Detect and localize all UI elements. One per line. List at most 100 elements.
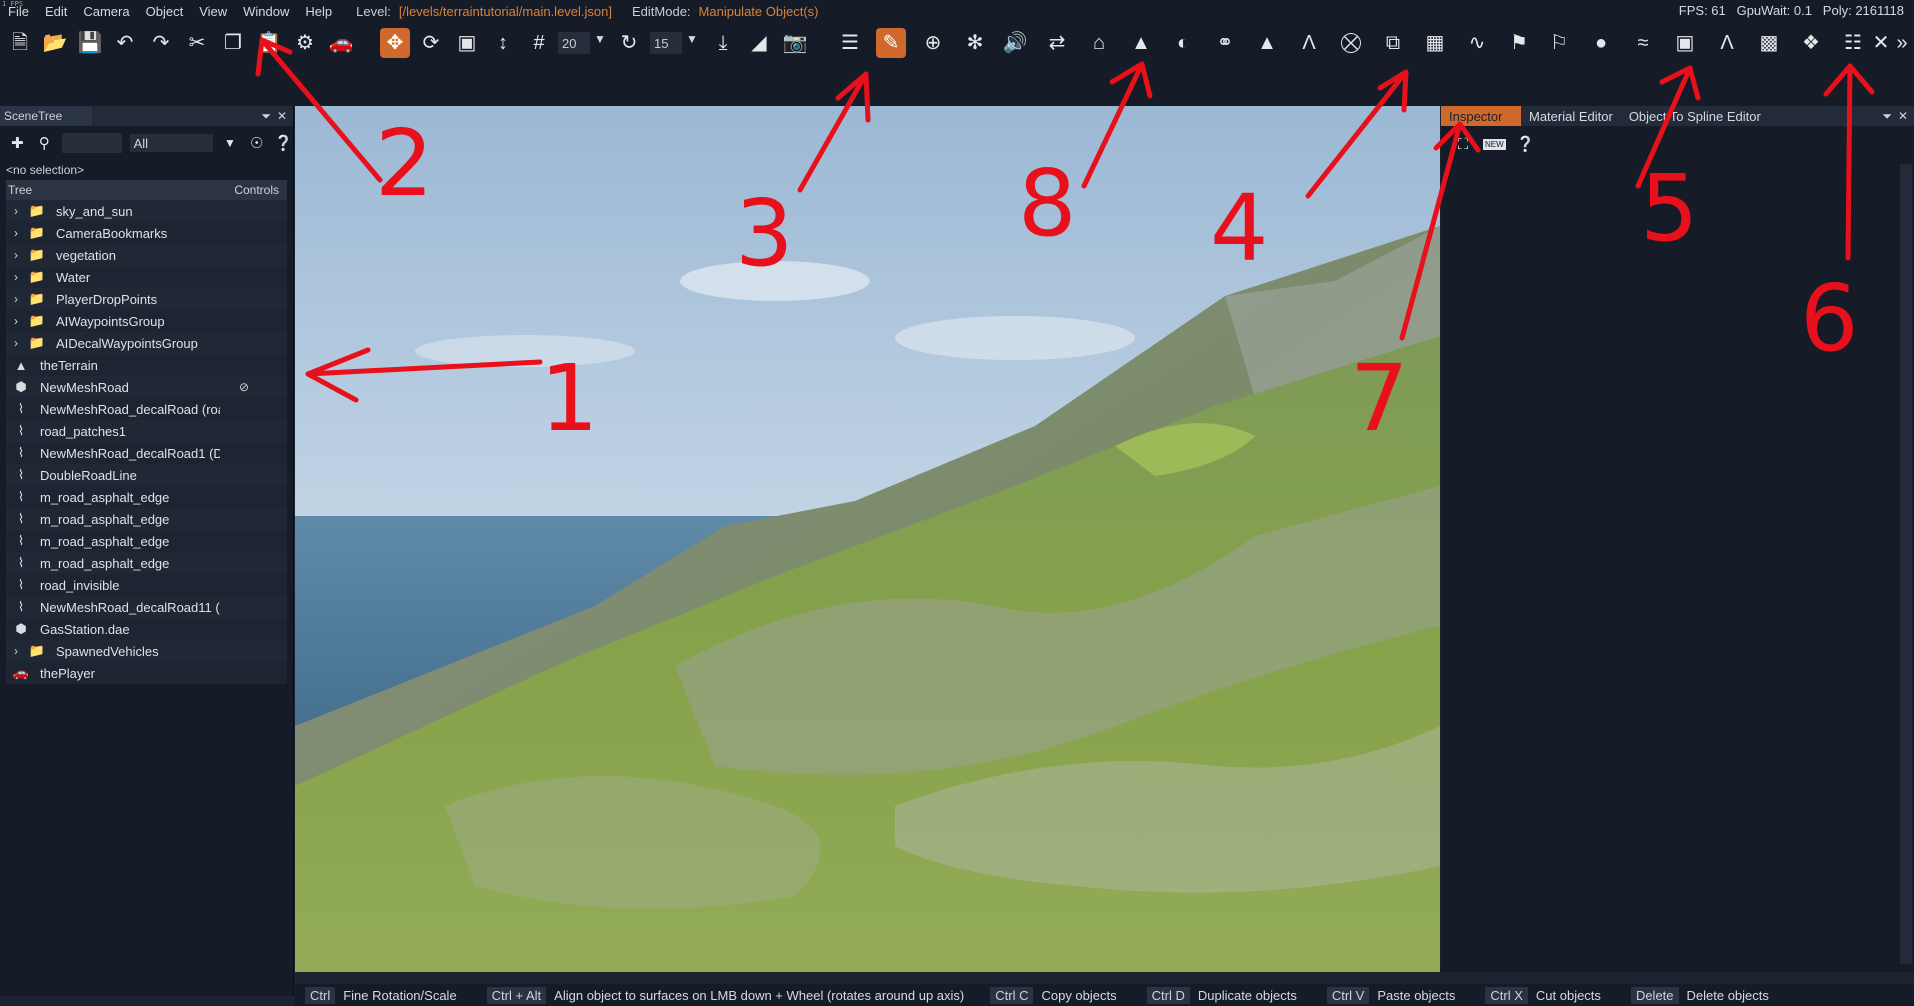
save-icon[interactable]: 💾 (75, 28, 105, 58)
vehicle-icon[interactable]: 🚗 (326, 28, 356, 58)
chevron-right-icon[interactable]: › (6, 644, 26, 658)
building-icon[interactable]: ▩ (1754, 28, 1784, 58)
road-icon[interactable]: Λ (1294, 28, 1324, 58)
menu-object[interactable]: Object (138, 4, 192, 19)
rotate-snap-icon[interactable]: ↻ (614, 28, 644, 58)
tree-item[interactable]: › 📁 AIWaypointsGroup (6, 310, 287, 332)
chevron-right-icon[interactable]: › (6, 314, 26, 328)
grid-snap-input[interactable]: 20 (558, 32, 590, 54)
brush-icon[interactable]: ⧉ (1378, 28, 1408, 58)
scale-icon[interactable]: ▣ (452, 28, 482, 58)
tree-item[interactable]: ⌇ NewMeshRoad_decalRoad11 (r (6, 596, 287, 618)
tree-item[interactable]: ⌇ DoubleRoadLine (6, 464, 287, 486)
terrain-snap-icon[interactable]: ⤓ (708, 28, 738, 58)
forest-icon[interactable]: ▲ (1126, 28, 1156, 58)
settings-icon[interactable]: ⚙ (290, 28, 320, 58)
menu-help[interactable]: Help (297, 4, 340, 19)
river-icon[interactable]: ≈ (1628, 28, 1658, 58)
flag-icon[interactable]: ⚐ (1544, 28, 1574, 58)
tree-item[interactable]: ⌇ m_road_asphalt_edge (6, 530, 287, 552)
scrollbar[interactable] (1900, 164, 1912, 964)
cube-icon[interactable]: ▦ (1420, 28, 1450, 58)
chevron-right-icon[interactable]: › (6, 292, 26, 306)
search-input[interactable] (61, 133, 122, 153)
sliders-icon[interactable]: ☷ (1838, 28, 1868, 58)
camera-icon[interactable]: 📷 (780, 28, 810, 58)
tree-item[interactable]: ⌇ NewMeshRoad_decalRoad1 (Dc (6, 442, 287, 464)
prefab-icon[interactable]: ▣ (1670, 28, 1700, 58)
tree-item[interactable]: ⌇ NewMeshRoad_decalRoad (roa (6, 398, 287, 420)
hat-icon[interactable]: ⌂ (1084, 28, 1114, 58)
filter-select[interactable]: All (129, 134, 213, 152)
spline-icon[interactable]: ⚑ (1504, 28, 1534, 58)
new-file-icon[interactable]: 🗎 (5, 28, 35, 58)
rotation-snap-input[interactable]: 15 (650, 32, 682, 54)
slope-icon[interactable]: ◢ (744, 28, 774, 58)
mesh-road-icon[interactable]: Λ (1712, 28, 1742, 58)
paint-icon[interactable]: ◐ (1168, 28, 1198, 58)
menu-view[interactable]: View (191, 4, 235, 19)
tree-item[interactable]: › 📁 AIDecalWaypointsGroup (6, 332, 287, 354)
tree-item[interactable]: ⌇ m_road_asphalt_edge (6, 486, 287, 508)
landmark-icon[interactable]: ▲ (1252, 28, 1282, 58)
tree-item[interactable]: › 📁 PlayerDropPoints (6, 288, 287, 310)
chevron-right-icon[interactable]: › (6, 336, 26, 350)
redo-icon[interactable]: ↷ (146, 28, 176, 58)
terrain-edit-icon[interactable]: ● (1586, 28, 1616, 58)
chevron-right-icon[interactable]: › (6, 248, 26, 262)
3d-viewport[interactable] (295, 106, 1440, 972)
audio-icon[interactable]: 🔊 (1000, 28, 1030, 58)
flowgraph-icon[interactable]: ⇄ (1042, 28, 1072, 58)
tree-item[interactable]: › 📁 SpawnedVehicles (6, 640, 287, 662)
chevron-down-icon[interactable]: ▼ (594, 32, 606, 46)
menu-camera[interactable]: Camera (75, 4, 137, 19)
tab-object-to-spline-editor[interactable]: Object To Spline Editor (1621, 106, 1769, 126)
radar-icon[interactable]: ☉ (247, 133, 266, 153)
tab-inspector[interactable]: Inspector (1441, 106, 1521, 126)
tree-item[interactable]: ⌇ m_road_asphalt_edge (6, 508, 287, 530)
scene-tree-tab[interactable]: SceneTree (0, 106, 92, 126)
tree-item[interactable]: › 📁 Water (6, 266, 287, 288)
lock-icon[interactable]: ⛶ (1453, 134, 1473, 154)
nodes-icon[interactable]: ❖ (1796, 28, 1826, 58)
tree-item[interactable]: ⬢ GasStation.dae (6, 618, 287, 640)
align-icon[interactable]: ↕ (488, 28, 518, 58)
more-icon[interactable]: » (1892, 28, 1912, 58)
menu-window[interactable]: Window (235, 4, 297, 19)
eye-hidden-icon[interactable]: ⊘ (239, 380, 249, 394)
tree-item[interactable]: 🚗 thePlayer (6, 662, 287, 684)
tree-item[interactable]: ⌇ m_road_asphalt_edge (6, 552, 287, 574)
chevron-down-icon[interactable]: ▼ (221, 133, 240, 153)
tree-item[interactable]: ▲ theTerrain (6, 354, 287, 376)
help-icon[interactable]: ❔ (274, 133, 293, 153)
rotate-icon[interactable]: ⟳ (416, 28, 446, 58)
tree-item[interactable]: › 📁 vegetation (6, 244, 287, 266)
copy-icon[interactable]: ❐ (218, 28, 248, 58)
close-icon[interactable]: ✕ (277, 109, 287, 124)
chevron-down-icon[interactable]: ▼ (686, 32, 698, 46)
menu-icon[interactable]: ☰ (835, 28, 865, 58)
add-group-icon[interactable]: ✚ (8, 133, 27, 153)
tree-item[interactable]: ⬢ NewMeshRoad ⊘ (6, 376, 287, 398)
chevron-right-icon[interactable]: › (6, 204, 26, 218)
pencil-edit-icon[interactable]: ✎ (876, 28, 906, 58)
undo-icon[interactable]: ↶ (110, 28, 140, 58)
tab-material-editor[interactable]: Material Editor (1521, 106, 1621, 126)
menu-edit[interactable]: Edit (37, 4, 75, 19)
translate-icon[interactable]: ✥ (380, 28, 410, 58)
tree-item[interactable]: ⌇ road_invisible (6, 574, 287, 596)
new-badge-icon[interactable]: NEW (1483, 138, 1506, 150)
dock-menu-icon[interactable]: ⏷ (261, 109, 271, 124)
grid-icon[interactable]: # (524, 28, 554, 58)
decal-road-icon[interactable]: ⛒ (1336, 28, 1366, 58)
chevron-right-icon[interactable]: › (6, 226, 26, 240)
layers-icon[interactable]: ∿ (1462, 28, 1492, 58)
cut-icon[interactable]: ✂ (182, 28, 212, 58)
close-icon[interactable]: ✕ (1898, 109, 1908, 124)
tree-item[interactable]: › 📁 CameraBookmarks (6, 222, 287, 244)
sphere-icon[interactable]: ⚭ (1210, 28, 1240, 58)
add-icon[interactable]: ⊕ (918, 28, 948, 58)
help-icon[interactable]: ❔ (1516, 134, 1536, 154)
paste-icon[interactable]: 📋 (254, 28, 284, 58)
target-icon[interactable]: ✻ (960, 28, 990, 58)
